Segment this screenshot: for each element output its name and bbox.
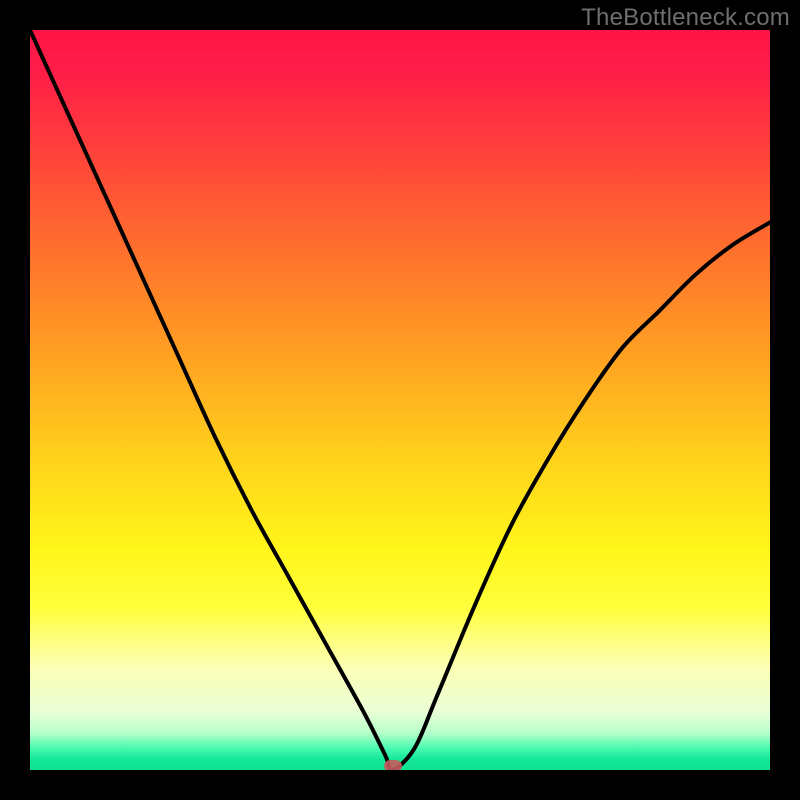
chart-frame	[30, 30, 770, 770]
bottleneck-curve	[30, 30, 770, 770]
watermark-text: TheBottleneck.com	[581, 4, 790, 32]
bottleneck-curve-svg	[30, 30, 770, 770]
optimal-marker	[384, 760, 402, 770]
